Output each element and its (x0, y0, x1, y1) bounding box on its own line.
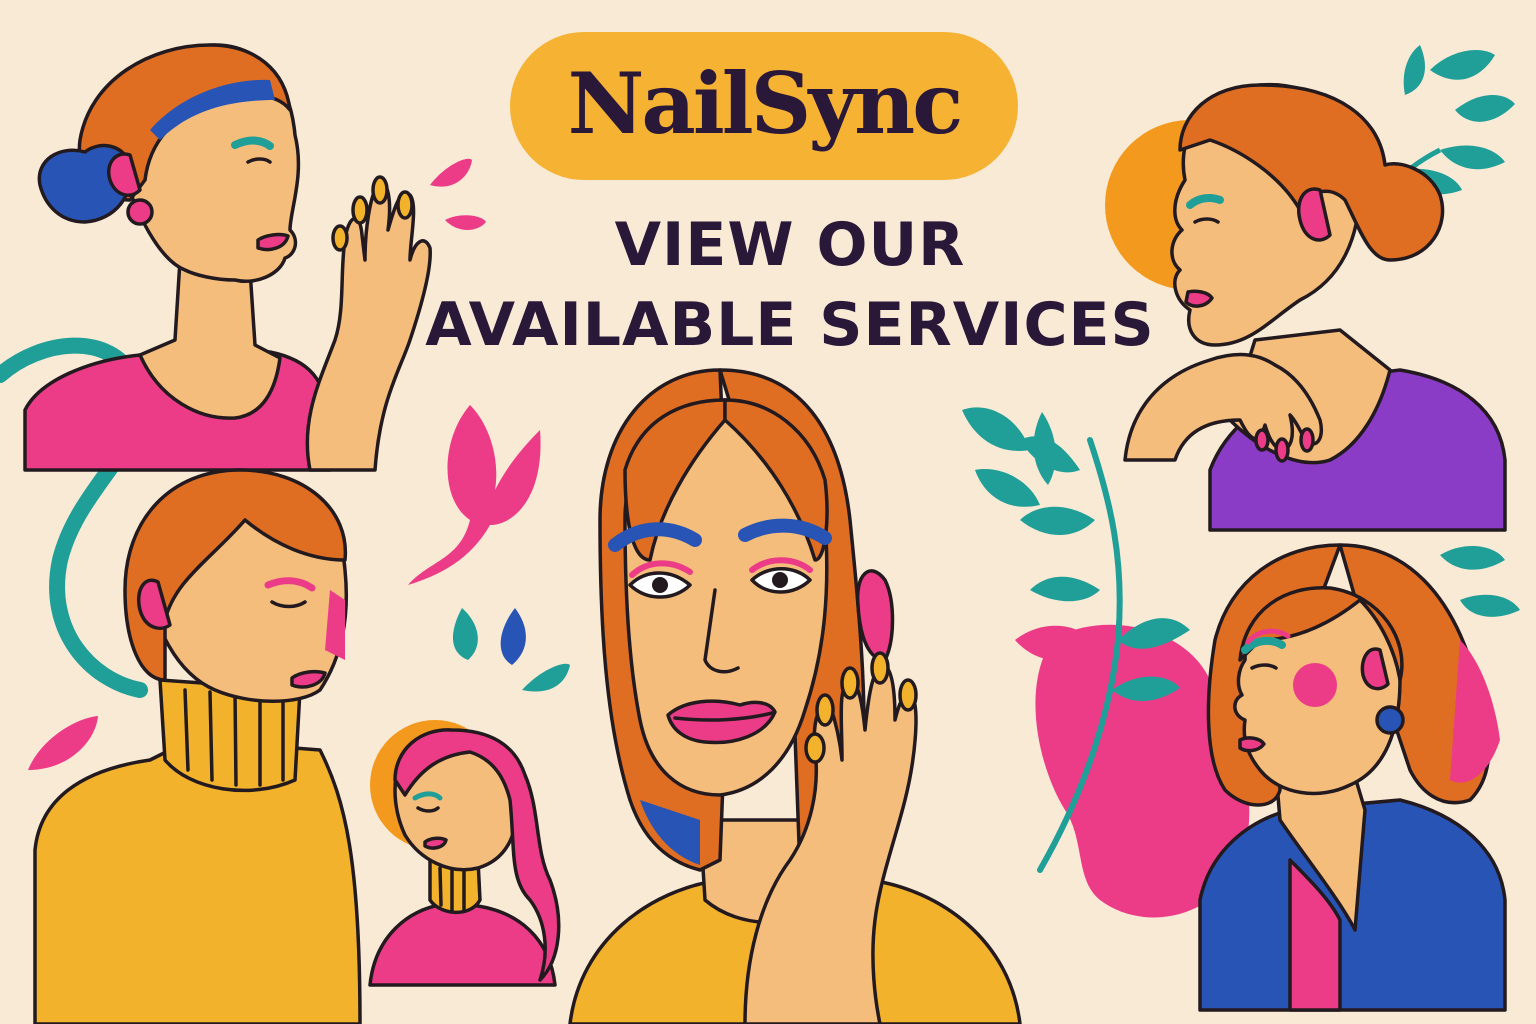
pink-tulip (408, 405, 541, 585)
services-headline: VIEW OUR AVAILABLE SERVICES (380, 205, 1200, 365)
teal-drop (522, 663, 570, 692)
woman-wavy-blue-cardigan (1198, 543, 1507, 1012)
pink-drop (430, 158, 472, 187)
headline-line-1: VIEW OUR (614, 210, 966, 280)
small-woman-pink-hair (368, 720, 561, 987)
headline-line-2: AVAILABLE SERVICES (425, 290, 1155, 360)
woman-center-hand-cheek (568, 368, 1022, 1024)
blue-drop (500, 608, 526, 665)
pink-drop (28, 716, 98, 770)
promo-banner: .ol { stroke:#231a1f; stroke-width:3.5; … (0, 0, 1536, 1024)
brand-logo-text: NailSync (567, 54, 964, 153)
teal-drop (452, 608, 478, 660)
woman-turtleneck (33, 468, 362, 1024)
brand-logo-pill: NailSync (510, 32, 1018, 180)
woman-bun-pink-top (23, 43, 432, 472)
